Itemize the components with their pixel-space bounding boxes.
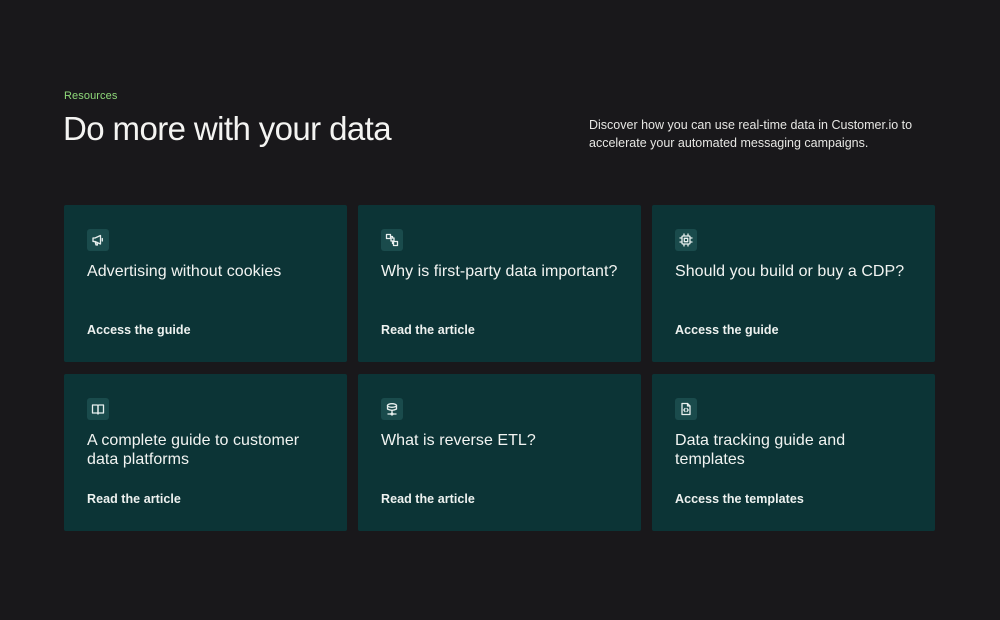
resource-card-cdp-guide[interactable]: A complete guide to customer data platfo… — [64, 374, 347, 531]
resource-cards-grid: Advertising without cookies Access the g… — [64, 205, 935, 531]
chip-icon — [675, 229, 697, 251]
section-description: Discover how you can use real-time data … — [589, 118, 913, 150]
card-title: Should you build or buy a CDP? — [675, 263, 905, 280]
resource-card-build-or-buy-cdp[interactable]: Should you build or buy a CDP? Access th… — [652, 205, 935, 362]
resource-card-reverse-etl[interactable]: What is reverse ETL? Read the article — [358, 374, 641, 531]
code-file-icon — [675, 398, 697, 420]
card-title: Advertising without cookies — [87, 263, 282, 280]
nodes-icon — [381, 229, 403, 251]
card-title: Why is first-party data important? — [381, 263, 618, 280]
card-title: A complete guide to customer data platfo… — [87, 432, 300, 468]
book-icon — [87, 398, 109, 420]
resource-card-tracking-templates[interactable]: Data tracking guide and templates Access… — [652, 374, 935, 531]
card-title: What is reverse ETL? — [381, 432, 536, 449]
resources-section: Resources Do more with your data Discove… — [0, 0, 1000, 620]
resource-card-advertising[interactable]: Advertising without cookies Access the g… — [64, 205, 347, 362]
database-icon — [381, 398, 403, 420]
megaphone-icon — [87, 229, 109, 251]
access-guide-link[interactable]: Access the guide — [675, 323, 779, 337]
access-guide-link[interactable]: Access the guide — [87, 323, 191, 337]
read-article-link[interactable]: Read the article — [381, 323, 475, 337]
card-title: Data tracking guide and templates — [675, 432, 846, 468]
access-templates-link[interactable]: Access the templates — [675, 492, 804, 506]
section-eyebrow: Resources — [64, 90, 118, 102]
page-title: Do more with your data — [63, 110, 392, 147]
read-article-link[interactable]: Read the article — [381, 492, 475, 506]
resource-card-first-party-data[interactable]: Why is first-party data important? Read … — [358, 205, 641, 362]
read-article-link[interactable]: Read the article — [87, 492, 181, 506]
